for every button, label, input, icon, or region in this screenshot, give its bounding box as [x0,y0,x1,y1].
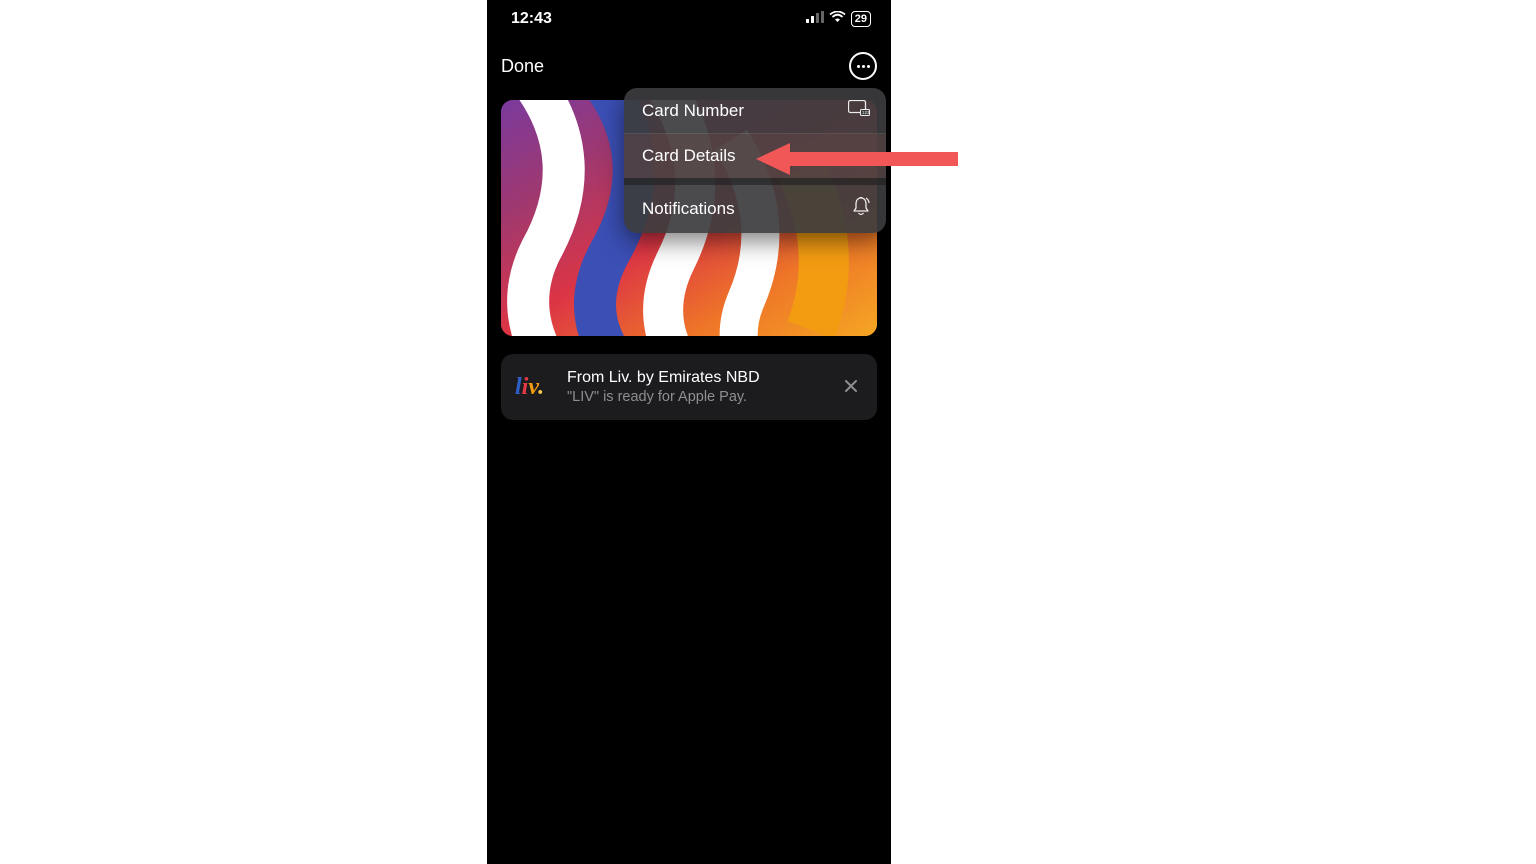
bell-icon [852,197,870,221]
banner-title: From Liv. by Emirates NBD [567,369,825,387]
status-time: 12:43 [511,10,552,28]
liv-logo-icon: liv. [515,368,553,406]
status-bar: 12:43 29 [487,0,891,36]
ellipsis-icon [857,65,870,68]
menu-item-notifications[interactable]: Notifications [624,185,886,233]
more-options-button[interactable] [849,52,877,80]
nav-bar: Done [487,36,891,94]
battery-icon: 29 [851,11,871,27]
card-last-digits: 17 [521,304,541,322]
menu-item-card-details[interactable]: Card Details [624,134,886,178]
banner-content: From Liv. by Emirates NBD "LIV" is ready… [567,369,825,405]
banner-close-button[interactable] [839,375,863,399]
menu-item-card-number[interactable]: Card Number 123 [624,88,886,133]
done-button[interactable]: Done [501,56,544,77]
menu-item-label: Card Number [642,101,744,121]
banner-subtitle: "LIV" is ready for Apple Pay. [567,389,825,405]
card-number-icon: 123 [848,100,870,121]
svg-text:123: 123 [862,110,870,115]
close-icon [844,376,858,399]
notification-banner[interactable]: liv. From Liv. by Emirates NBD "LIV" is … [501,354,877,420]
menu-item-label: Card Details [642,146,736,166]
battery-level: 29 [855,13,867,25]
menu-item-label: Notifications [642,199,735,219]
status-indicators: 29 [806,10,871,28]
cellular-signal-icon [806,10,824,28]
phone-screen: 12:43 29 Do [487,0,891,864]
wifi-icon [829,10,846,28]
card-options-menu: Card Number 123 Card Details Notificatio… [624,88,886,233]
svg-text:liv.: liv. [515,374,544,400]
